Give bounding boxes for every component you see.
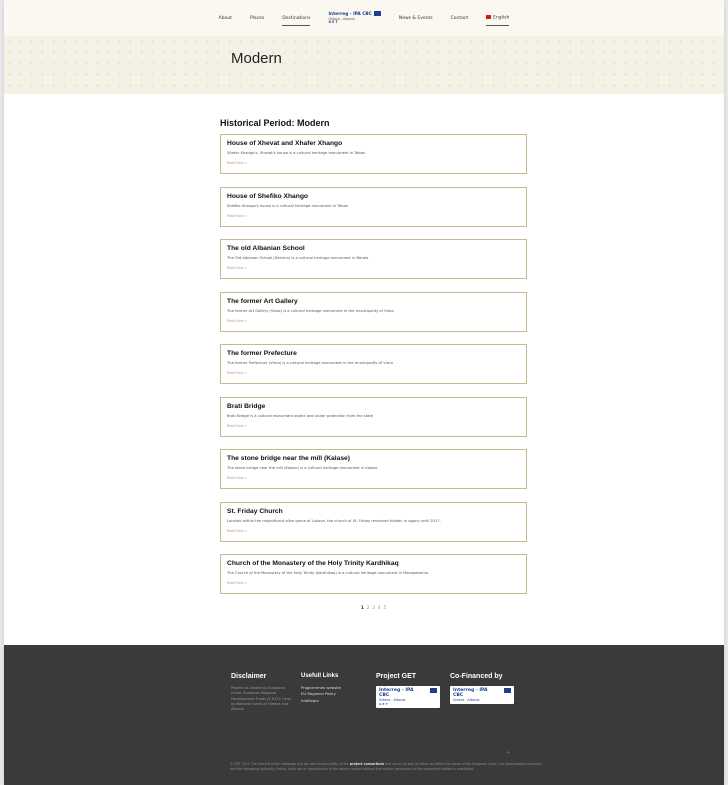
destination-card[interactable]: Brati Bridge Brati Bridge is a cultural … xyxy=(220,396,527,437)
card-description: Shefiko Xhango's house is a cultural her… xyxy=(227,203,348,208)
copyright-consortium-link[interactable]: project consortium xyxy=(350,762,384,766)
footer-disclaimer-text: Project co-funded by European Union, Eur… xyxy=(231,686,291,711)
read-more-link[interactable]: Read More » xyxy=(227,424,520,428)
language-selector[interactable]: English xyxy=(486,13,510,26)
footer-useful-links: Usefull Links Programmes website EU Regi… xyxy=(301,673,369,704)
nav-about[interactable]: About xyxy=(219,14,232,23)
footer-disclaimer-title: Disclaimer xyxy=(231,673,267,680)
card-description: The former Prefecture (Vlora) is a cultu… xyxy=(227,361,393,366)
eu-flag-icon xyxy=(373,10,381,16)
footer-cofinanced: Co-Financed by Interreg - IPA CBC Greece… xyxy=(450,673,514,704)
page-link-current[interactable]: 1 xyxy=(361,605,364,610)
nav-news-events[interactable]: News & Events xyxy=(399,14,433,23)
destination-card[interactable]: House of Xhevat and Xhafer Xhango Xhafer… xyxy=(220,134,527,174)
destination-card[interactable]: The old Albanian School The Old Albanian… xyxy=(220,239,527,279)
destination-card[interactable]: The stone bridge near the mill (Kalase) … xyxy=(220,449,527,489)
albania-flag-icon xyxy=(486,15,492,19)
nav-contact[interactable]: Contact xyxy=(451,14,469,23)
page: About Places Destinations Interreg - IPA… xyxy=(4,0,724,785)
pagination: 1 2 3 4 5 xyxy=(220,605,527,610)
page-title: Modern xyxy=(231,50,282,67)
chevron-up-icon[interactable]: ⌃ xyxy=(506,751,511,758)
page-link[interactable]: 2 xyxy=(367,605,370,610)
eu-flag-icon xyxy=(430,688,437,693)
copyright-text: © GET 2021 The content of this webpage a… xyxy=(230,762,546,772)
destination-card[interactable]: Church of the Monastery of the Holy Trin… xyxy=(220,554,527,594)
footer-cofinanced-title: Co-Financed by xyxy=(450,673,503,680)
footer: Disclaimer Project co-funded by European… xyxy=(4,645,724,785)
read-more-link[interactable]: Read More » xyxy=(227,371,520,375)
destination-card[interactable]: House of Shefiko Xhango Shefiko Xhango's… xyxy=(220,186,527,227)
cofinanced-logo-text: Interreg - IPA CBC xyxy=(453,688,488,698)
card-description: The Church of the Monastery of the Holy … xyxy=(227,571,429,576)
card-title[interactable]: St. Friday Church xyxy=(227,508,520,515)
card-description: Located within the magnificent olive gro… xyxy=(227,518,441,523)
project-logo-get: G E T xyxy=(379,702,388,706)
nav-places[interactable]: Places xyxy=(250,14,264,23)
card-title[interactable]: The former Prefecture xyxy=(227,350,520,357)
hero-banner: Modern xyxy=(4,36,724,94)
section-title: Historical Period: Modern xyxy=(220,118,330,128)
card-title[interactable]: Church of the Monastery of the Holy Trin… xyxy=(227,560,520,567)
destination-card[interactable]: St. Friday Church Located within the mag… xyxy=(220,501,527,542)
card-description: Brati Bridge is a cultural monument obje… xyxy=(227,413,374,418)
footer-disclaimer: Disclaimer Project co-funded by European… xyxy=(231,673,293,712)
card-title[interactable]: The old Albanian School xyxy=(227,245,520,252)
top-navigation: About Places Destinations Interreg - IPA… xyxy=(4,0,724,36)
footer-link-inforegio[interactable]: InfoRegio xyxy=(301,698,369,704)
card-title[interactable]: The former Art Gallery xyxy=(227,298,520,305)
read-more-link[interactable]: Read More » xyxy=(227,476,520,480)
destination-card[interactable]: The former Art Gallery The former Art Ga… xyxy=(220,291,527,332)
project-logo[interactable]: Interreg - IPA CBC Greece - Albania G E … xyxy=(376,686,440,708)
card-title[interactable]: House of Shefiko Xhango xyxy=(227,193,520,200)
card-description: The Old Albanian School (Dervica) is a c… xyxy=(227,256,369,261)
read-more-link[interactable]: Read More » xyxy=(227,581,520,585)
read-more-link[interactable]: Read More » xyxy=(227,529,520,533)
page-link[interactable]: 3 xyxy=(372,605,375,610)
card-description: Xhafer Xhango's, Xhevat's house is a cul… xyxy=(227,151,365,156)
card-title[interactable]: Brati Bridge xyxy=(227,403,520,410)
card-title[interactable]: The stone bridge near the mill (Kalase) xyxy=(227,455,520,462)
copyright-pre: © GET 2021 The content of this webpage a… xyxy=(230,762,349,766)
cofinanced-logo[interactable]: Interreg - IPA CBC Greece - Albania xyxy=(450,686,514,704)
card-description: The former Art Gallery (Vlora) is a cult… xyxy=(227,308,394,313)
footer-project: Project GET Interreg - IPA CBC Greece - … xyxy=(376,673,440,708)
footer-project-title: Project GET xyxy=(376,673,417,680)
logo-get: G E T xyxy=(328,20,338,25)
nav-destinations[interactable]: Destinations xyxy=(282,14,311,26)
page-link[interactable]: 5 xyxy=(383,605,386,610)
destination-card[interactable]: The former Prefecture The former Prefect… xyxy=(220,344,527,384)
card-title[interactable]: House of Xhevat and Xhafer Xhango xyxy=(227,140,520,147)
main-content: Historical Period: Modern House of Xheva… xyxy=(220,118,527,607)
read-more-link[interactable]: Read More » xyxy=(227,266,520,270)
read-more-link[interactable]: Read More » xyxy=(227,214,520,218)
footer-links-title: Usefull Links xyxy=(301,673,339,679)
language-label: English xyxy=(493,15,510,21)
card-description: The stone bridge near the mill (Kalase) … xyxy=(227,466,378,471)
read-more-link[interactable]: Read More » xyxy=(227,319,520,323)
project-logo-text: Interreg - IPA CBC xyxy=(379,688,414,698)
page-link[interactable]: 4 xyxy=(378,605,381,610)
cofinanced-logo-subtext: Greece - Albania xyxy=(453,698,480,702)
read-more-link[interactable]: Read More » xyxy=(227,161,520,165)
site-logo[interactable]: Interreg - IPA CBC Greece - Albania G E … xyxy=(328,10,381,25)
eu-flag-icon xyxy=(504,688,511,693)
